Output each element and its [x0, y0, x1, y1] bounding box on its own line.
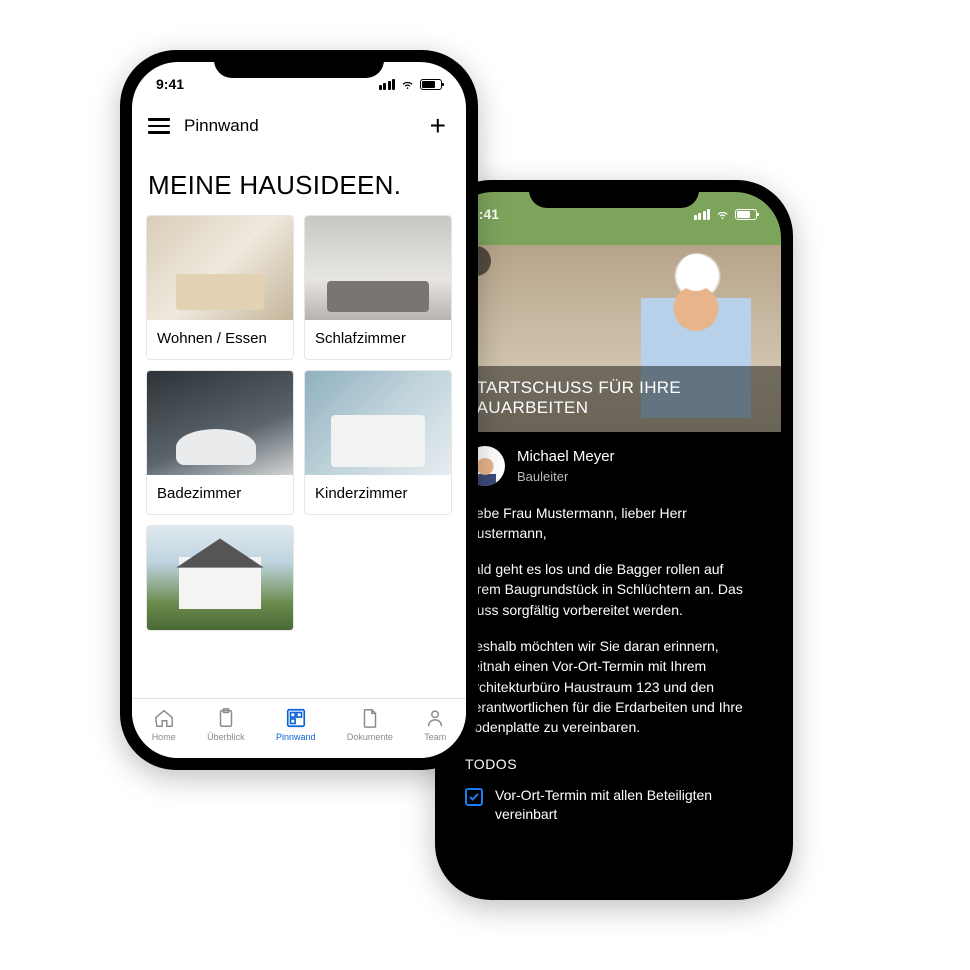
- todo-item[interactable]: Vor-Ort-Termin mit allen Beteiligten ver…: [465, 786, 763, 825]
- device-notch: [529, 180, 699, 208]
- checkbox-icon[interactable]: [465, 788, 483, 806]
- card-thumb: [147, 371, 293, 475]
- status-time: 9:41: [156, 76, 184, 92]
- person-icon: [424, 707, 446, 729]
- tab-home[interactable]: Home: [152, 707, 176, 742]
- status-icons: [694, 208, 758, 220]
- status-icons: [379, 78, 443, 90]
- page-title: MEINE HAUSIDEEN.: [132, 146, 466, 215]
- author-name: Michael Meyer: [517, 446, 615, 468]
- card-label: Wohnen / Essen: [147, 320, 293, 359]
- paragraph: Liebe Frau Mustermann, lieber Herr Muste…: [465, 503, 763, 544]
- tab-label: Pinnwand: [276, 732, 316, 742]
- hero-title: STARTSCHUSS FÜR IHRE BAUARBEITEN: [447, 366, 781, 432]
- menu-icon[interactable]: [148, 118, 170, 134]
- card-kinderzimmer[interactable]: Kinderzimmer: [304, 370, 452, 515]
- card-thumb: [305, 216, 451, 320]
- card-badezimmer[interactable]: Badezimmer: [146, 370, 294, 515]
- card-label: Kinderzimmer: [305, 475, 451, 514]
- idea-grid: Wohnen / Essen Schlafzimmer Badezimmer K…: [132, 215, 466, 631]
- wifi-icon: [400, 78, 415, 90]
- tab-label: Team: [424, 732, 446, 742]
- tab-dokumente[interactable]: Dokumente: [347, 707, 393, 742]
- card-thumb: [147, 216, 293, 320]
- check-icon: [468, 791, 480, 803]
- tab-bar: Home Überblick Pinnwand Dokumente Team: [132, 698, 466, 758]
- paragraph: bald geht es los und die Bagger rollen a…: [465, 559, 763, 620]
- tab-label: Überblick: [207, 732, 245, 742]
- add-button[interactable]: +: [430, 112, 446, 140]
- clipboard-icon: [215, 707, 237, 729]
- todo-text: Vor-Ort-Termin mit allen Beteiligten ver…: [495, 786, 763, 825]
- tab-team[interactable]: Team: [424, 707, 446, 742]
- card-wohnen[interactable]: Wohnen / Essen: [146, 215, 294, 360]
- card-thumb: [147, 526, 293, 630]
- signal-icon: [379, 79, 396, 90]
- phone-detail: 9:41 STARTSCHUSS FÜR IHRE BAUARBEITEN Mi…: [435, 180, 793, 900]
- signal-icon: [694, 209, 711, 220]
- wifi-icon: [715, 208, 730, 220]
- device-notch: [214, 50, 384, 78]
- battery-icon: [735, 209, 757, 220]
- card-haus[interactable]: [146, 525, 294, 631]
- tab-label: Home: [152, 732, 176, 742]
- author-role: Bauleiter: [517, 468, 615, 487]
- tab-pinnwand[interactable]: Pinnwand: [276, 707, 316, 742]
- battery-icon: [420, 79, 442, 90]
- tab-label: Dokumente: [347, 732, 393, 742]
- card-label: Badezimmer: [147, 475, 293, 514]
- nav-title: Pinnwand: [184, 116, 259, 136]
- card-schlafzimmer[interactable]: Schlafzimmer: [304, 215, 452, 360]
- detail-body: Michael Meyer Bauleiter Liebe Frau Muste…: [447, 432, 781, 825]
- document-icon: [359, 707, 381, 729]
- home-icon: [153, 707, 175, 729]
- card-label: Schlafzimmer: [305, 320, 451, 359]
- tab-ueberblick[interactable]: Überblick: [207, 707, 245, 742]
- author-block[interactable]: Michael Meyer Bauleiter: [465, 446, 763, 487]
- nav-bar: Pinnwand +: [132, 106, 466, 146]
- board-icon: [285, 707, 307, 729]
- todos-heading: TODOS: [465, 754, 763, 774]
- card-thumb: [305, 371, 451, 475]
- paragraph: Deshalb möchten wir Sie daran erinnern, …: [465, 636, 763, 737]
- phone-pinnwand: 9:41 Pinnwand + MEINE HAUSIDEEN. Wohnen …: [120, 50, 478, 770]
